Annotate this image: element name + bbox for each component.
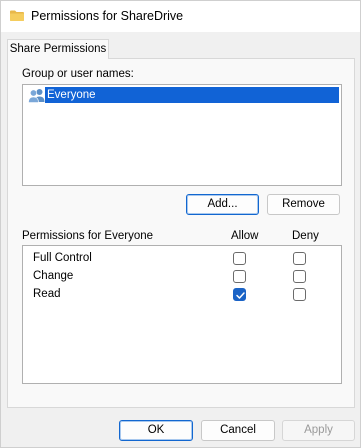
allow-checkbox[interactable] <box>233 288 246 301</box>
permission-name: Read <box>33 288 61 300</box>
apply-button[interactable]: Apply <box>282 420 355 441</box>
deny-checkbox[interactable] <box>293 252 306 265</box>
allow-checkbox[interactable] <box>233 270 246 283</box>
deny-checkbox[interactable] <box>293 270 306 283</box>
window-title: Permissions for ShareDrive <box>31 9 184 23</box>
permission-row-full-control: Full Control <box>23 250 341 268</box>
title-bar: Permissions for ShareDrive <box>1 1 360 32</box>
list-item-label: Everyone <box>45 87 339 103</box>
permission-row-read: Read <box>23 286 341 304</box>
allow-checkbox[interactable] <box>233 252 246 265</box>
add-button[interactable]: Add... <box>186 194 259 215</box>
checkmark-icon <box>236 292 245 299</box>
group-user-list[interactable]: Everyone <box>22 84 342 186</box>
permissions-header-label: Permissions for Everyone <box>22 230 154 242</box>
allow-column-header: Allow <box>231 230 259 242</box>
permission-row-change: Change <box>23 268 341 286</box>
permission-name: Change <box>33 270 74 282</box>
deny-checkbox[interactable] <box>293 288 306 301</box>
permissions-list: Full Control Change Read <box>22 245 342 384</box>
group-list-label: Group or user names: <box>22 68 134 80</box>
permission-name: Full Control <box>33 252 92 264</box>
list-item[interactable]: Everyone <box>28 87 340 104</box>
folder-icon <box>10 10 24 21</box>
users-icon <box>28 88 45 103</box>
remove-button[interactable]: Remove <box>267 194 340 215</box>
deny-column-header: Deny <box>292 230 319 242</box>
tab-share-permissions[interactable]: Share Permissions <box>7 39 109 59</box>
ok-button[interactable]: OK <box>119 420 193 441</box>
cancel-button[interactable]: Cancel <box>201 420 275 441</box>
permissions-dialog: Permissions for ShareDrive Share Permiss… <box>0 0 361 448</box>
